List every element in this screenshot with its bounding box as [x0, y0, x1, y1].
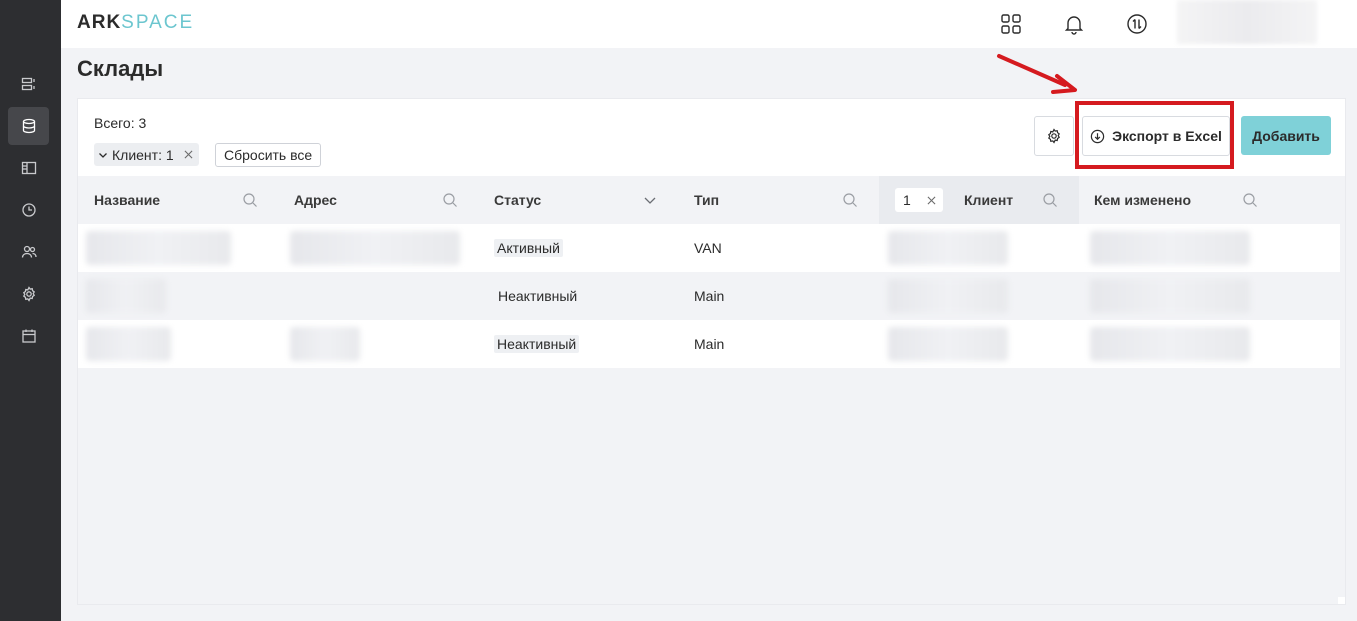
logo-ark: ARK	[77, 12, 122, 33]
column-header-modified-by[interactable]: Кем изменено	[1094, 176, 1191, 224]
sidebar	[0, 0, 61, 621]
switch-button[interactable]	[1123, 10, 1151, 38]
redacted-address	[290, 231, 460, 265]
gear-icon	[22, 286, 35, 302]
layout-icon	[21, 161, 36, 175]
column-header-name[interactable]: Название	[94, 176, 160, 224]
apps-button[interactable]	[997, 10, 1025, 38]
search-icon[interactable]	[442, 192, 458, 208]
sidebar-item-list[interactable]	[8, 65, 49, 103]
page-title: Склады	[77, 56, 164, 81]
table-row[interactable]: Неактивный Main	[78, 272, 1340, 320]
add-button[interactable]: Добавить	[1241, 116, 1331, 155]
database-icon	[22, 118, 35, 134]
client-filter-count: 1	[903, 192, 911, 208]
redacted-name	[86, 279, 166, 313]
resize-handle	[1338, 597, 1345, 604]
redacted-name	[86, 231, 231, 265]
bell-icon	[1064, 16, 1084, 35]
column-header-address[interactable]: Адрес	[294, 176, 337, 224]
sidebar-item-settings[interactable]	[8, 275, 49, 313]
clock-icon	[21, 203, 36, 217]
annotation-arrow-icon	[997, 54, 1077, 94]
search-icon[interactable]	[842, 192, 858, 208]
notifications-button[interactable]	[1060, 10, 1088, 38]
user-profile-area[interactable]	[1177, 0, 1317, 44]
client-filter-value[interactable]: 1	[895, 188, 943, 212]
status-badge: Неактивный	[494, 335, 580, 353]
list-icon	[21, 77, 35, 91]
status-cell: Активный	[494, 224, 563, 272]
sidebar-item-layout[interactable]	[8, 149, 49, 187]
type-cell: Main	[694, 288, 725, 304]
card-toolbar: Всего: 3 Клиент: 1 Сбросить все Экспорт …	[78, 99, 1345, 176]
column-header-type[interactable]: Тип	[694, 176, 719, 224]
table-row[interactable]: Неактивный Main	[78, 320, 1340, 368]
search-icon[interactable]	[1042, 192, 1058, 208]
warehouses-card: Всего: 3 Клиент: 1 Сбросить все Экспорт …	[77, 98, 1346, 605]
total-count: Всего: 3	[94, 115, 147, 131]
filter-chip-label: Клиент: 1	[112, 146, 174, 163]
table-row[interactable]: Активный VAN	[78, 224, 1340, 272]
calendar-icon	[21, 329, 36, 343]
chevron-down-icon[interactable]	[642, 192, 658, 208]
status-badge: Активный	[494, 239, 563, 257]
users-icon	[21, 245, 37, 258]
redacted-name	[86, 327, 171, 361]
top-header: ARKSPACE	[61, 0, 1357, 48]
apps-grid-icon	[1001, 14, 1021, 34]
sidebar-item-history[interactable]	[8, 191, 49, 229]
column-header-status[interactable]: Статус	[494, 176, 541, 224]
redacted-client	[888, 327, 1008, 361]
redacted-modified-by	[1090, 327, 1250, 361]
chevron-down-icon	[99, 152, 107, 158]
close-icon[interactable]	[927, 196, 936, 205]
redacted-modified-by	[1090, 231, 1250, 265]
filter-chip-client[interactable]: Клиент: 1	[94, 143, 199, 166]
column-header-client[interactable]: Клиент	[964, 176, 1013, 224]
table-settings-button[interactable]	[1034, 116, 1074, 156]
sidebar-item-warehouses[interactable]	[8, 107, 49, 145]
annotation-highlight-box	[1075, 101, 1234, 169]
sidebar-item-users[interactable]	[8, 233, 49, 271]
redacted-modified-by	[1090, 279, 1250, 313]
redacted-client	[888, 231, 1008, 265]
reset-filters-button[interactable]: Сбросить все	[215, 143, 322, 167]
app-logo[interactable]: ARKSPACE	[77, 12, 194, 34]
redacted-client	[888, 279, 1008, 313]
type-cell: VAN	[694, 240, 722, 256]
search-icon[interactable]	[242, 192, 258, 208]
status-cell: Неактивный	[494, 320, 580, 368]
type-cell: Main	[694, 336, 725, 352]
redacted-address	[290, 327, 360, 361]
sidebar-item-calendar[interactable]	[8, 317, 49, 355]
logo-space: SPACE	[121, 12, 195, 33]
swap-circle-icon	[1127, 14, 1147, 34]
search-icon[interactable]	[1242, 192, 1258, 208]
gear-icon	[1048, 128, 1060, 144]
close-icon[interactable]	[184, 150, 193, 159]
status-cell: Неактивный	[498, 288, 578, 304]
